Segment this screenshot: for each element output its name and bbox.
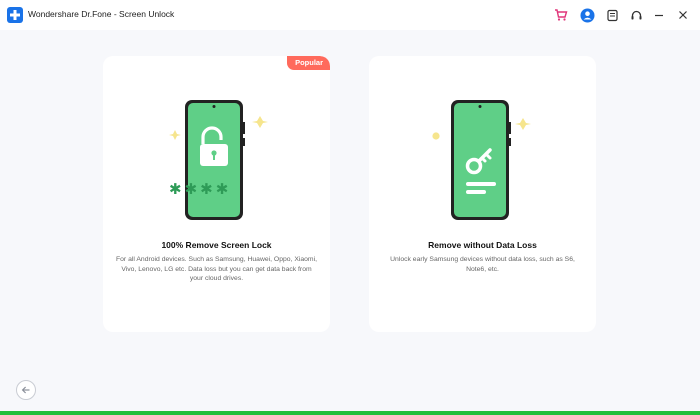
- option-title: Remove without Data Loss: [428, 240, 537, 250]
- title-bar: Wondershare Dr.Fone - Screen Unlock: [0, 0, 700, 30]
- back-button[interactable]: [16, 380, 36, 400]
- main-content: Popular ✱✱✱✱ 100% Remove Screen Lock For…: [0, 30, 700, 412]
- option-description: For all Android devices. Such as Samsung…: [116, 256, 317, 282]
- option-card-remove-screen-lock[interactable]: Popular ✱✱✱✱ 100% Remove Screen Lock For…: [103, 56, 330, 332]
- app-logo: [7, 7, 23, 23]
- bottom-accent-bar: [0, 411, 700, 415]
- back-arrow-icon: [21, 386, 30, 394]
- account-icon[interactable]: [579, 7, 595, 23]
- phone-key-icon: [432, 100, 531, 220]
- window-title: Wondershare Dr.Fone - Screen Unlock: [28, 9, 175, 19]
- option-description: Unlock early Samsung devices without dat…: [390, 256, 575, 273]
- minimize-icon[interactable]: [651, 7, 667, 23]
- support-icon[interactable]: [628, 7, 644, 23]
- close-icon[interactable]: [675, 7, 691, 23]
- phone-unlock-icon: [169, 100, 268, 220]
- feedback-icon[interactable]: [604, 7, 620, 23]
- option-card-remove-without-data-loss[interactable]: Remove without Data Loss Unlock early Sa…: [369, 56, 596, 332]
- cart-icon[interactable]: [553, 7, 569, 23]
- password-mask: ✱✱✱✱: [169, 180, 232, 198]
- option-title: 100% Remove Screen Lock: [161, 240, 272, 250]
